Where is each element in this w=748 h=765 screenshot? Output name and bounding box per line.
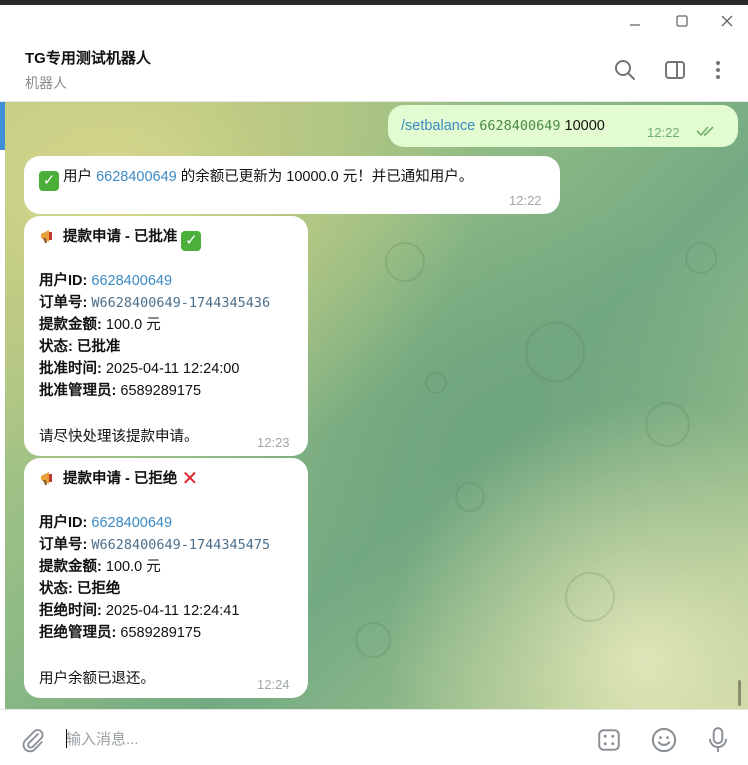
order-number[interactable]: W6628400649-1744345475	[91, 537, 270, 553]
user-id-text: 6628400649	[479, 118, 561, 134]
status-value: 已批准	[76, 339, 121, 355]
field-label: 订单号:	[39, 537, 88, 553]
megaphone-icon	[41, 472, 52, 485]
sidebar-toggle-icon	[665, 61, 685, 79]
more-vertical-icon	[716, 61, 720, 79]
message-text-prefix: 用户	[63, 169, 93, 185]
double-check-icon	[696, 126, 714, 137]
microphone-icon	[708, 727, 728, 752]
field-label: 拒绝管理员:	[39, 625, 117, 641]
bot-command-link[interactable]: /setbalance	[401, 118, 475, 134]
field-label: 批准时间:	[39, 361, 102, 377]
chat-title[interactable]: TG专用测试机器人	[25, 47, 151, 68]
message-time: 12:22	[509, 193, 542, 208]
admin-value: 6589289175	[120, 625, 202, 641]
message-input[interactable]	[66, 726, 566, 752]
field-label: 状态:	[39, 339, 73, 355]
search-icon	[615, 60, 635, 80]
field-label: 状态:	[39, 581, 73, 597]
search-button[interactable]	[612, 57, 638, 83]
message-text: 的余额已更新为 10000.0 元！并已通知用户。	[180, 169, 474, 185]
field-label: 用户ID:	[39, 515, 88, 531]
check-mark-icon: ✓	[181, 231, 202, 251]
chat-header[interactable]: TG专用测试机器人 机器人	[0, 35, 748, 102]
close-icon	[721, 15, 733, 27]
check-mark-icon: ✓	[39, 171, 59, 191]
more-button[interactable]	[705, 57, 731, 83]
message-time: 12:24	[257, 677, 290, 692]
emoji-button[interactable]	[650, 726, 678, 754]
close-button[interactable]	[712, 10, 742, 32]
message-outgoing[interactable]: /setbalance 6628400649 10000 12:22	[388, 105, 738, 147]
message-time: 12:22	[647, 125, 680, 140]
window-titlebar	[0, 5, 748, 35]
status-value: 已拒绝	[76, 581, 121, 597]
minimize-icon	[630, 24, 640, 26]
emoji-icon	[651, 727, 677, 753]
chat-scrollbar[interactable]	[738, 680, 741, 706]
field-label: 提款金额:	[39, 317, 102, 333]
text-caret	[66, 729, 67, 748]
user-id-link[interactable]: 6628400649	[91, 515, 172, 531]
user-id-link[interactable]: 6628400649	[96, 169, 177, 185]
cross-mark-icon: ✕	[181, 468, 199, 490]
selection-indicator	[0, 102, 5, 150]
background-doodle	[425, 372, 447, 394]
bot-commands-button[interactable]	[595, 726, 623, 754]
sidebar-toggle-button[interactable]	[662, 57, 688, 83]
time-value: 2025-04-11 12:24:41	[105, 603, 240, 619]
maximize-icon	[676, 15, 688, 27]
field-label: 用户ID:	[39, 273, 88, 289]
microphone-button[interactable]	[704, 726, 732, 754]
megaphone-icon	[41, 230, 52, 243]
field-label: 拒绝时间:	[39, 603, 102, 619]
attach-icon	[22, 729, 44, 753]
background-doodle	[685, 242, 717, 274]
field-label: 订单号:	[39, 295, 88, 311]
background-doodle	[455, 482, 485, 512]
maximize-button[interactable]	[667, 10, 697, 32]
message-time: 12:23	[257, 435, 290, 450]
message-incoming[interactable]: ✓ 用户 6628400649 的余额已更新为 10000.0 元！并已通知用户…	[24, 156, 560, 214]
bot-commands-icon	[598, 729, 620, 751]
order-number[interactable]: W6628400649-1744345436	[91, 295, 270, 311]
attach-button[interactable]	[19, 726, 47, 754]
message-footer: 用户余额已退还。	[39, 671, 155, 687]
message-footer: 请尽快处理该提款申请。	[39, 429, 199, 445]
background-doodle	[525, 322, 585, 382]
message-composer	[0, 709, 748, 765]
background-doodle	[355, 622, 391, 658]
admin-value: 6589289175	[120, 383, 202, 399]
chat-subtitle: 机器人	[25, 75, 67, 91]
message-title: 提款申请 - 已拒绝	[63, 471, 178, 487]
message-incoming[interactable]: 提款申请 - 已拒绝 ✕ 用户ID: 6628400649 订单号: W6628…	[24, 458, 308, 698]
time-value: 2025-04-11 12:24:00	[105, 361, 240, 377]
background-doodle	[565, 572, 615, 622]
background-doodle	[385, 242, 425, 282]
field-label: 提款金额:	[39, 559, 102, 575]
minimize-button[interactable]	[620, 10, 650, 32]
message-title: 提款申请 - 已批准	[63, 229, 178, 245]
amount-value: 100.0 元	[105, 317, 161, 333]
field-label: 批准管理员:	[39, 383, 117, 399]
background-doodle	[645, 402, 690, 447]
user-id-link[interactable]: 6628400649	[91, 273, 172, 289]
amount-text: 10000	[564, 118, 605, 134]
message-incoming[interactable]: 提款申请 - 已批准 ✓ 用户ID: 6628400649 订单号: W6628…	[24, 216, 308, 456]
amount-value: 100.0 元	[105, 559, 161, 575]
